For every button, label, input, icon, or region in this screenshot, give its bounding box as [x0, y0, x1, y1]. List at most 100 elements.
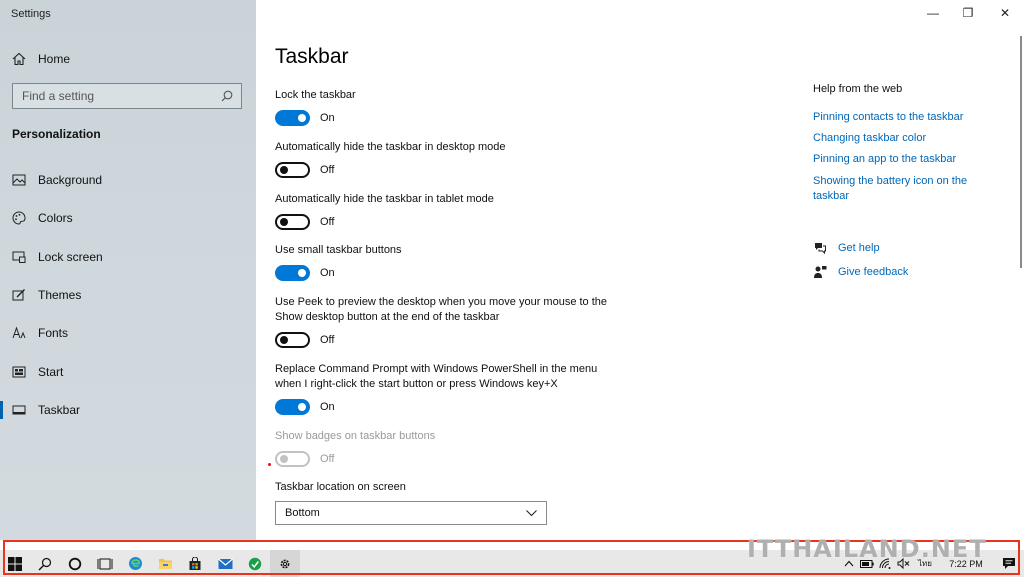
edge-app-button[interactable] — [120, 550, 150, 577]
action-center-button[interactable] — [994, 550, 1024, 577]
get-help-label: Get help — [838, 242, 880, 254]
sidebar-item-label: Colors — [38, 211, 73, 225]
toggle-state: On — [320, 112, 335, 124]
setting-label-powershell: Replace Command Prompt with Windows Powe… — [275, 363, 598, 390]
home-icon — [12, 52, 26, 66]
sidebar-item-fonts[interactable]: Fonts — [0, 320, 256, 346]
section-title: Personalization — [12, 127, 101, 141]
help-link-pinning-contacts[interactable]: Pinning contacts to the taskbar — [813, 110, 993, 125]
cortana-icon — [68, 557, 82, 570]
toggle-state: Off — [320, 453, 335, 465]
sidebar-item-home[interactable]: Home — [12, 50, 70, 68]
give-feedback-link[interactable]: Give feedback — [813, 265, 908, 279]
setting-label-badges: Show badges on taskbar buttons — [275, 430, 436, 442]
toggle-lock-taskbar[interactable]: On — [275, 110, 335, 126]
scrollbar[interactable] — [1020, 36, 1022, 268]
toggle-powershell[interactable]: On — [275, 399, 335, 415]
sidebar-item-label: Lock screen — [38, 250, 103, 264]
palette-icon — [12, 211, 26, 225]
help-link-taskbar-color[interactable]: Changing taskbar color — [813, 131, 993, 146]
start-icon — [12, 366, 26, 378]
help-title: Help from the web — [813, 83, 903, 95]
image-icon — [12, 174, 26, 186]
toggle-state: Off — [320, 216, 335, 228]
gear-icon — [280, 559, 290, 568]
taskbar-search-button[interactable] — [30, 550, 60, 577]
search-box[interactable] — [12, 83, 242, 109]
mail-button[interactable] — [210, 550, 240, 577]
start-button[interactable] — [0, 550, 30, 577]
red-dot — [268, 463, 271, 466]
sidebar: Settings Home Personalization Background… — [0, 0, 256, 540]
sidebar-item-label: Taskbar — [38, 403, 81, 417]
sidebar-item-start[interactable]: Start — [0, 359, 256, 385]
settings-app-button[interactable] — [270, 550, 300, 577]
toggle-switch[interactable] — [275, 110, 310, 126]
sidebar-item-lock-screen[interactable]: Lock screen — [0, 244, 256, 270]
setting-label-location: Taskbar location on screen — [275, 481, 406, 493]
help-link-battery-icon[interactable]: Showing the battery icon on the taskbar — [813, 174, 983, 204]
toggle-state: Off — [320, 334, 335, 346]
themes-icon — [12, 289, 25, 301]
watermark: ITTHAILAND.NET — [747, 535, 987, 563]
sidebar-item-label: Start — [38, 365, 64, 379]
green-app-icon — [248, 557, 262, 570]
sidebar-item-background[interactable]: Background — [0, 167, 256, 193]
toggle-state: On — [320, 267, 335, 279]
toggle-switch[interactable] — [275, 265, 310, 281]
lock-screen-icon — [12, 251, 26, 263]
toggle-autohide-tablet[interactable]: Off — [275, 214, 334, 230]
sidebar-item-label: Background — [38, 173, 103, 187]
toggle-small-buttons[interactable]: On — [275, 265, 335, 281]
page-title: Taskbar — [275, 45, 349, 68]
toggle-peek[interactable]: Off — [275, 332, 334, 348]
restore-button[interactable]: ❐ — [951, 2, 985, 24]
folder-icon — [158, 559, 172, 569]
search-input[interactable] — [22, 89, 202, 103]
windows-logo-icon — [8, 556, 22, 571]
file-explorer-button[interactable] — [150, 550, 180, 577]
sidebar-item-colors[interactable]: Colors — [0, 205, 256, 231]
notification-icon — [1003, 558, 1015, 569]
toggle-switch[interactable] — [275, 399, 310, 415]
store-button[interactable] — [180, 550, 210, 577]
setting-label-small-buttons: Use small taskbar buttons — [275, 244, 402, 256]
sidebar-item-themes[interactable]: Themes — [0, 282, 256, 308]
chevron-down-icon — [526, 509, 537, 516]
task-view-icon — [97, 558, 113, 569]
mail-icon — [217, 558, 233, 569]
sidebar-item-label: Themes — [38, 288, 82, 302]
sidebar-item-taskbar[interactable]: Taskbar — [0, 397, 256, 423]
sidebar-item-label: Fonts — [38, 326, 69, 340]
help-link-pinning-app[interactable]: Pinning an app to the taskbar — [813, 152, 993, 167]
toggle-switch[interactable] — [275, 332, 310, 348]
toggle-state: On — [320, 401, 335, 413]
dropdown-value: Bottom — [285, 507, 320, 519]
sidebar-item-label: Home — [38, 52, 71, 66]
green-app-button[interactable] — [240, 550, 270, 577]
edge-icon — [128, 557, 142, 570]
give-feedback-label: Give feedback — [838, 266, 909, 278]
toggle-badges: Off — [275, 451, 334, 467]
app-title: Settings — [11, 8, 51, 20]
fonts-icon — [12, 326, 26, 339]
toggle-switch[interactable] — [275, 214, 310, 230]
setting-label-autohide-tablet: Automatically hide the taskbar in tablet… — [275, 193, 494, 205]
close-button[interactable]: ✕ — [988, 2, 1022, 24]
task-view-button[interactable] — [90, 550, 120, 577]
search-icon — [221, 90, 233, 102]
toggle-state: Off — [320, 164, 335, 176]
taskbar-icon — [12, 405, 26, 415]
setting-label-lock-taskbar: Lock the taskbar — [275, 89, 356, 101]
toggle-switch[interactable] — [275, 162, 310, 178]
toggle-autohide-desktop[interactable]: Off — [275, 162, 334, 178]
store-icon — [189, 556, 201, 570]
toggle-switch — [275, 451, 310, 467]
taskbar-location-dropdown[interactable]: Bottom — [275, 501, 547, 525]
minimize-button[interactable]: — — [916, 2, 950, 24]
setting-label-autohide-desktop: Automatically hide the taskbar in deskto… — [275, 141, 506, 153]
feedback-icon — [814, 266, 827, 278]
cortana-button[interactable] — [60, 550, 90, 577]
get-help-link[interactable]: Get help — [813, 241, 880, 255]
setting-label-peek: Use Peek to preview the desktop when you… — [275, 296, 608, 323]
